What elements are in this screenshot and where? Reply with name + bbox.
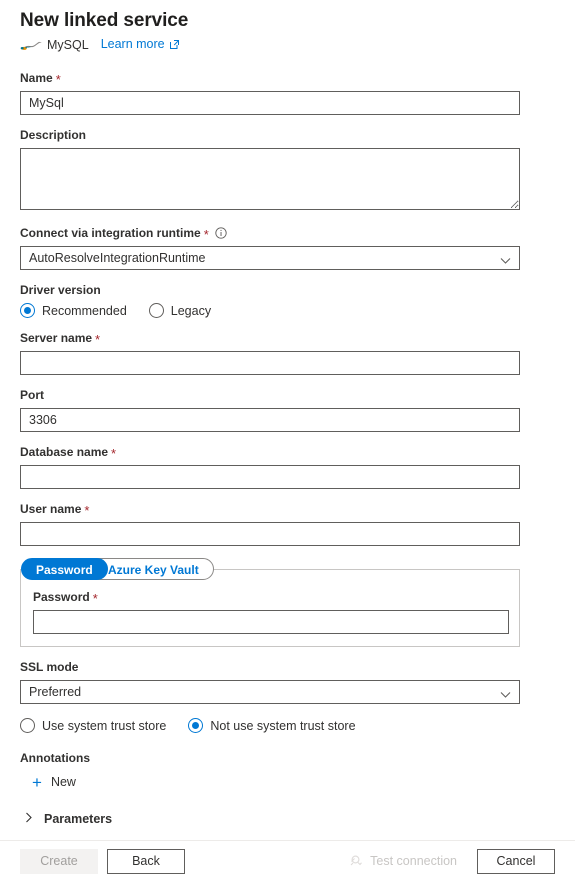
description-textarea[interactable] — [20, 148, 520, 210]
back-button[interactable]: Back — [107, 848, 185, 874]
name-label-text: Name — [20, 71, 53, 85]
radio-not-use-system-trust-store[interactable]: Not use system trust store — [188, 718, 356, 733]
driver-version-label: Driver version — [20, 282, 535, 298]
radio-use-system-trust-store[interactable]: Use system trust store — [20, 718, 166, 733]
radio-driver-legacy-label: Legacy — [170, 303, 212, 318]
integration-runtime-select[interactable] — [20, 246, 520, 270]
driver-version-label-text: Driver version — [20, 283, 101, 297]
parameters-section-toggle[interactable]: Parameters — [20, 812, 535, 826]
port-label: Port — [20, 387, 535, 403]
required-marker: * — [203, 227, 209, 242]
server-name-label: Server name * — [20, 330, 535, 346]
server-name-input[interactable] — [20, 351, 520, 375]
parameters-label: Parameters — [44, 812, 113, 826]
connector-subheader: MySQL Learn more — [20, 37, 535, 53]
plus-icon: + — [32, 772, 42, 792]
mysql-dolphin-icon — [20, 39, 42, 52]
user-name-label: User name * — [20, 501, 535, 517]
user-name-field-group: User name * — [20, 501, 535, 546]
info-icon[interactable] — [215, 227, 227, 239]
page-title: New linked service — [20, 10, 189, 31]
trust-store-radio-row: Use system trust store Not use system tr… — [20, 718, 535, 733]
cancel-button[interactable]: Cancel — [477, 848, 555, 874]
ssl-mode-label-text: SSL mode — [20, 660, 79, 674]
ssl-mode-field-group: SSL mode — [20, 659, 535, 704]
radio-dot-icon — [148, 303, 164, 318]
port-input[interactable] — [20, 408, 520, 432]
database-name-input[interactable] — [20, 465, 520, 489]
radio-driver-recommended[interactable]: Recommended — [20, 303, 127, 318]
ssl-mode-select-wrap — [20, 680, 520, 704]
radio-driver-legacy[interactable]: Legacy — [148, 303, 212, 318]
radio-dot-icon — [20, 718, 35, 733]
chevron-right-icon — [25, 812, 33, 826]
integration-runtime-select-wrap — [20, 246, 520, 270]
password-input[interactable] — [33, 610, 509, 634]
required-marker: * — [95, 332, 101, 347]
server-name-label-text: Server name — [20, 331, 93, 345]
learn-more-label: Learn more — [100, 37, 165, 51]
integration-runtime-label-text: Connect via integration runtime — [20, 226, 201, 240]
ssl-mode-select[interactable] — [20, 680, 520, 704]
name-input[interactable] — [20, 91, 520, 115]
user-name-label-text: User name — [20, 502, 82, 516]
footer-action-bar: Create Back Test connection Cancel — [0, 840, 575, 881]
new-linked-service-panel: New linked service MySQL Learn more Name… — [0, 0, 575, 840]
database-name-field-group: Database name * — [20, 444, 535, 489]
driver-version-radio-row: Recommended Legacy — [20, 303, 535, 318]
test-connection-label: Test connection — [370, 854, 457, 868]
required-marker: * — [84, 503, 90, 518]
radio-dot-icon — [20, 303, 35, 318]
description-label: Description — [20, 127, 535, 143]
name-field-group: Name * — [20, 70, 535, 115]
plug-icon — [349, 853, 363, 870]
form-content: New linked service MySQL Learn more Name… — [0, 0, 575, 826]
database-name-label: Database name * — [20, 444, 535, 460]
description-label-text: Description — [20, 128, 87, 142]
database-name-label-text: Database name — [20, 445, 109, 459]
ssl-mode-label: SSL mode — [20, 659, 535, 675]
description-field-group: Description — [20, 127, 535, 213]
name-label: Name * — [20, 70, 535, 86]
connector-name: MySQL — [47, 38, 89, 52]
external-link-icon — [169, 39, 180, 53]
port-label-text: Port — [20, 388, 44, 402]
auth-type-group: Azure Key Vault Password Password * — [20, 558, 535, 647]
create-button[interactable]: Create — [20, 848, 98, 874]
required-marker: * — [55, 72, 61, 87]
learn-more-link[interactable]: Learn more — [101, 37, 180, 53]
required-marker: * — [111, 446, 117, 461]
radio-dot-icon — [188, 718, 204, 733]
driver-version-group: Driver version Recommended Legacy — [20, 282, 535, 318]
user-name-input[interactable] — [20, 522, 520, 546]
server-name-field-group: Server name * — [20, 330, 535, 375]
port-field-group: Port — [20, 387, 535, 432]
required-marker: * — [92, 591, 98, 606]
auth-type-tabs: Azure Key Vault Password — [21, 558, 214, 580]
radio-use-system-trust-store-label: Use system trust store — [42, 718, 167, 733]
radio-driver-recommended-label: Recommended — [42, 303, 127, 318]
add-annotation-label: New — [50, 775, 76, 789]
tab-password[interactable]: Password — [21, 558, 108, 580]
password-panel: Password * — [20, 569, 520, 647]
radio-not-use-system-trust-store-label: Not use system trust store — [210, 718, 356, 733]
annotations-heading: Annotations — [20, 751, 90, 765]
test-connection-button[interactable]: Test connection — [349, 853, 457, 870]
integration-runtime-field-group: Connect via integration runtime * — [20, 225, 535, 270]
integration-runtime-label: Connect via integration runtime * — [20, 225, 535, 241]
add-annotation-button[interactable]: + New — [20, 771, 112, 793]
password-label: Password * — [33, 589, 507, 605]
password-label-text: Password — [33, 590, 90, 604]
